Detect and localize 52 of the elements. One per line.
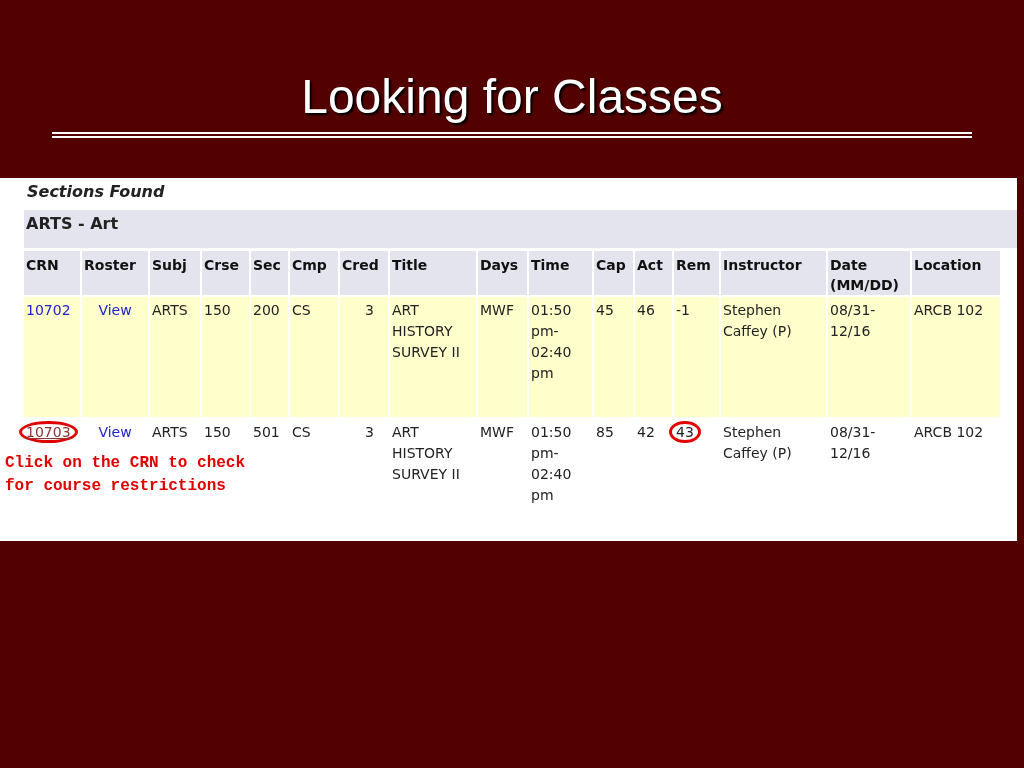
table-cell: CS [292, 302, 311, 318]
subject-bar: ARTS - Art [24, 210, 1017, 248]
column-header: Sec [251, 251, 288, 295]
table-cell: ARCB 102 [914, 302, 984, 318]
table-cell: 3 [365, 424, 374, 440]
slide-title: Looking for Classes [300, 69, 724, 125]
column-header: Subj [150, 251, 200, 295]
table-cell: MWF [480, 302, 514, 318]
column-header: Location [912, 251, 1000, 295]
column-header: Act [635, 251, 672, 295]
view-link[interactable]: View [98, 424, 132, 440]
table-cell: ART HISTORY SURVEY II [392, 424, 460, 482]
table-cell: 01:50 pm-02:40 pm [531, 302, 572, 381]
table-cell: ARCB 102 [914, 424, 984, 440]
crn-link[interactable]: 10702 [26, 302, 71, 318]
column-header: Roster [82, 251, 148, 295]
column-header: Title [390, 251, 476, 295]
table-cell: ART HISTORY SURVEY II [392, 302, 460, 360]
sections-heading: Sections Found [26, 181, 166, 203]
table-cell: 200 [253, 302, 280, 318]
table-cell: ARTS [152, 302, 188, 318]
column-header: CRN [24, 251, 80, 295]
table-cell: 08/31-12/16 [830, 302, 876, 339]
table-cell: 45 [596, 302, 614, 318]
table-cell: 01:50 pm-02:40 pm [531, 424, 572, 503]
table-cell: 42 [637, 424, 655, 440]
table-cell: 43 [669, 421, 701, 443]
column-header: Instructor [721, 251, 826, 295]
column-header: Time [529, 251, 592, 295]
column-header: Date (MM/DD) [828, 251, 910, 295]
table-cell: ARTS [152, 424, 188, 440]
table-cell: 08/31-12/16 [830, 424, 876, 461]
table-cell: 3 [365, 302, 374, 318]
column-header: Crse [202, 251, 249, 295]
table-cell: Stephen Caffey (P) [723, 424, 792, 461]
annotation-text: Click on the CRN to check for course restrictions [5, 453, 247, 497]
table-cell: 46 [637, 302, 655, 318]
table-cell: MWF [480, 424, 514, 440]
table-cell: 150 [204, 302, 231, 318]
column-header: Cmp [290, 251, 338, 295]
table-cell: 85 [596, 424, 614, 440]
table-cell: -1 [676, 302, 690, 318]
view-link[interactable]: View [98, 302, 132, 318]
column-header: Days [478, 251, 527, 295]
crn-link[interactable]: 10703 [19, 421, 78, 443]
table-cell: 150 [204, 424, 231, 440]
column-header: Cap [594, 251, 633, 295]
column-header: Rem [674, 251, 719, 295]
column-header: Cred [340, 251, 388, 295]
table-cell: Stephen Caffey (P) [723, 302, 792, 339]
table-cell: 501 [253, 424, 280, 440]
table-cell: CS [292, 424, 311, 440]
